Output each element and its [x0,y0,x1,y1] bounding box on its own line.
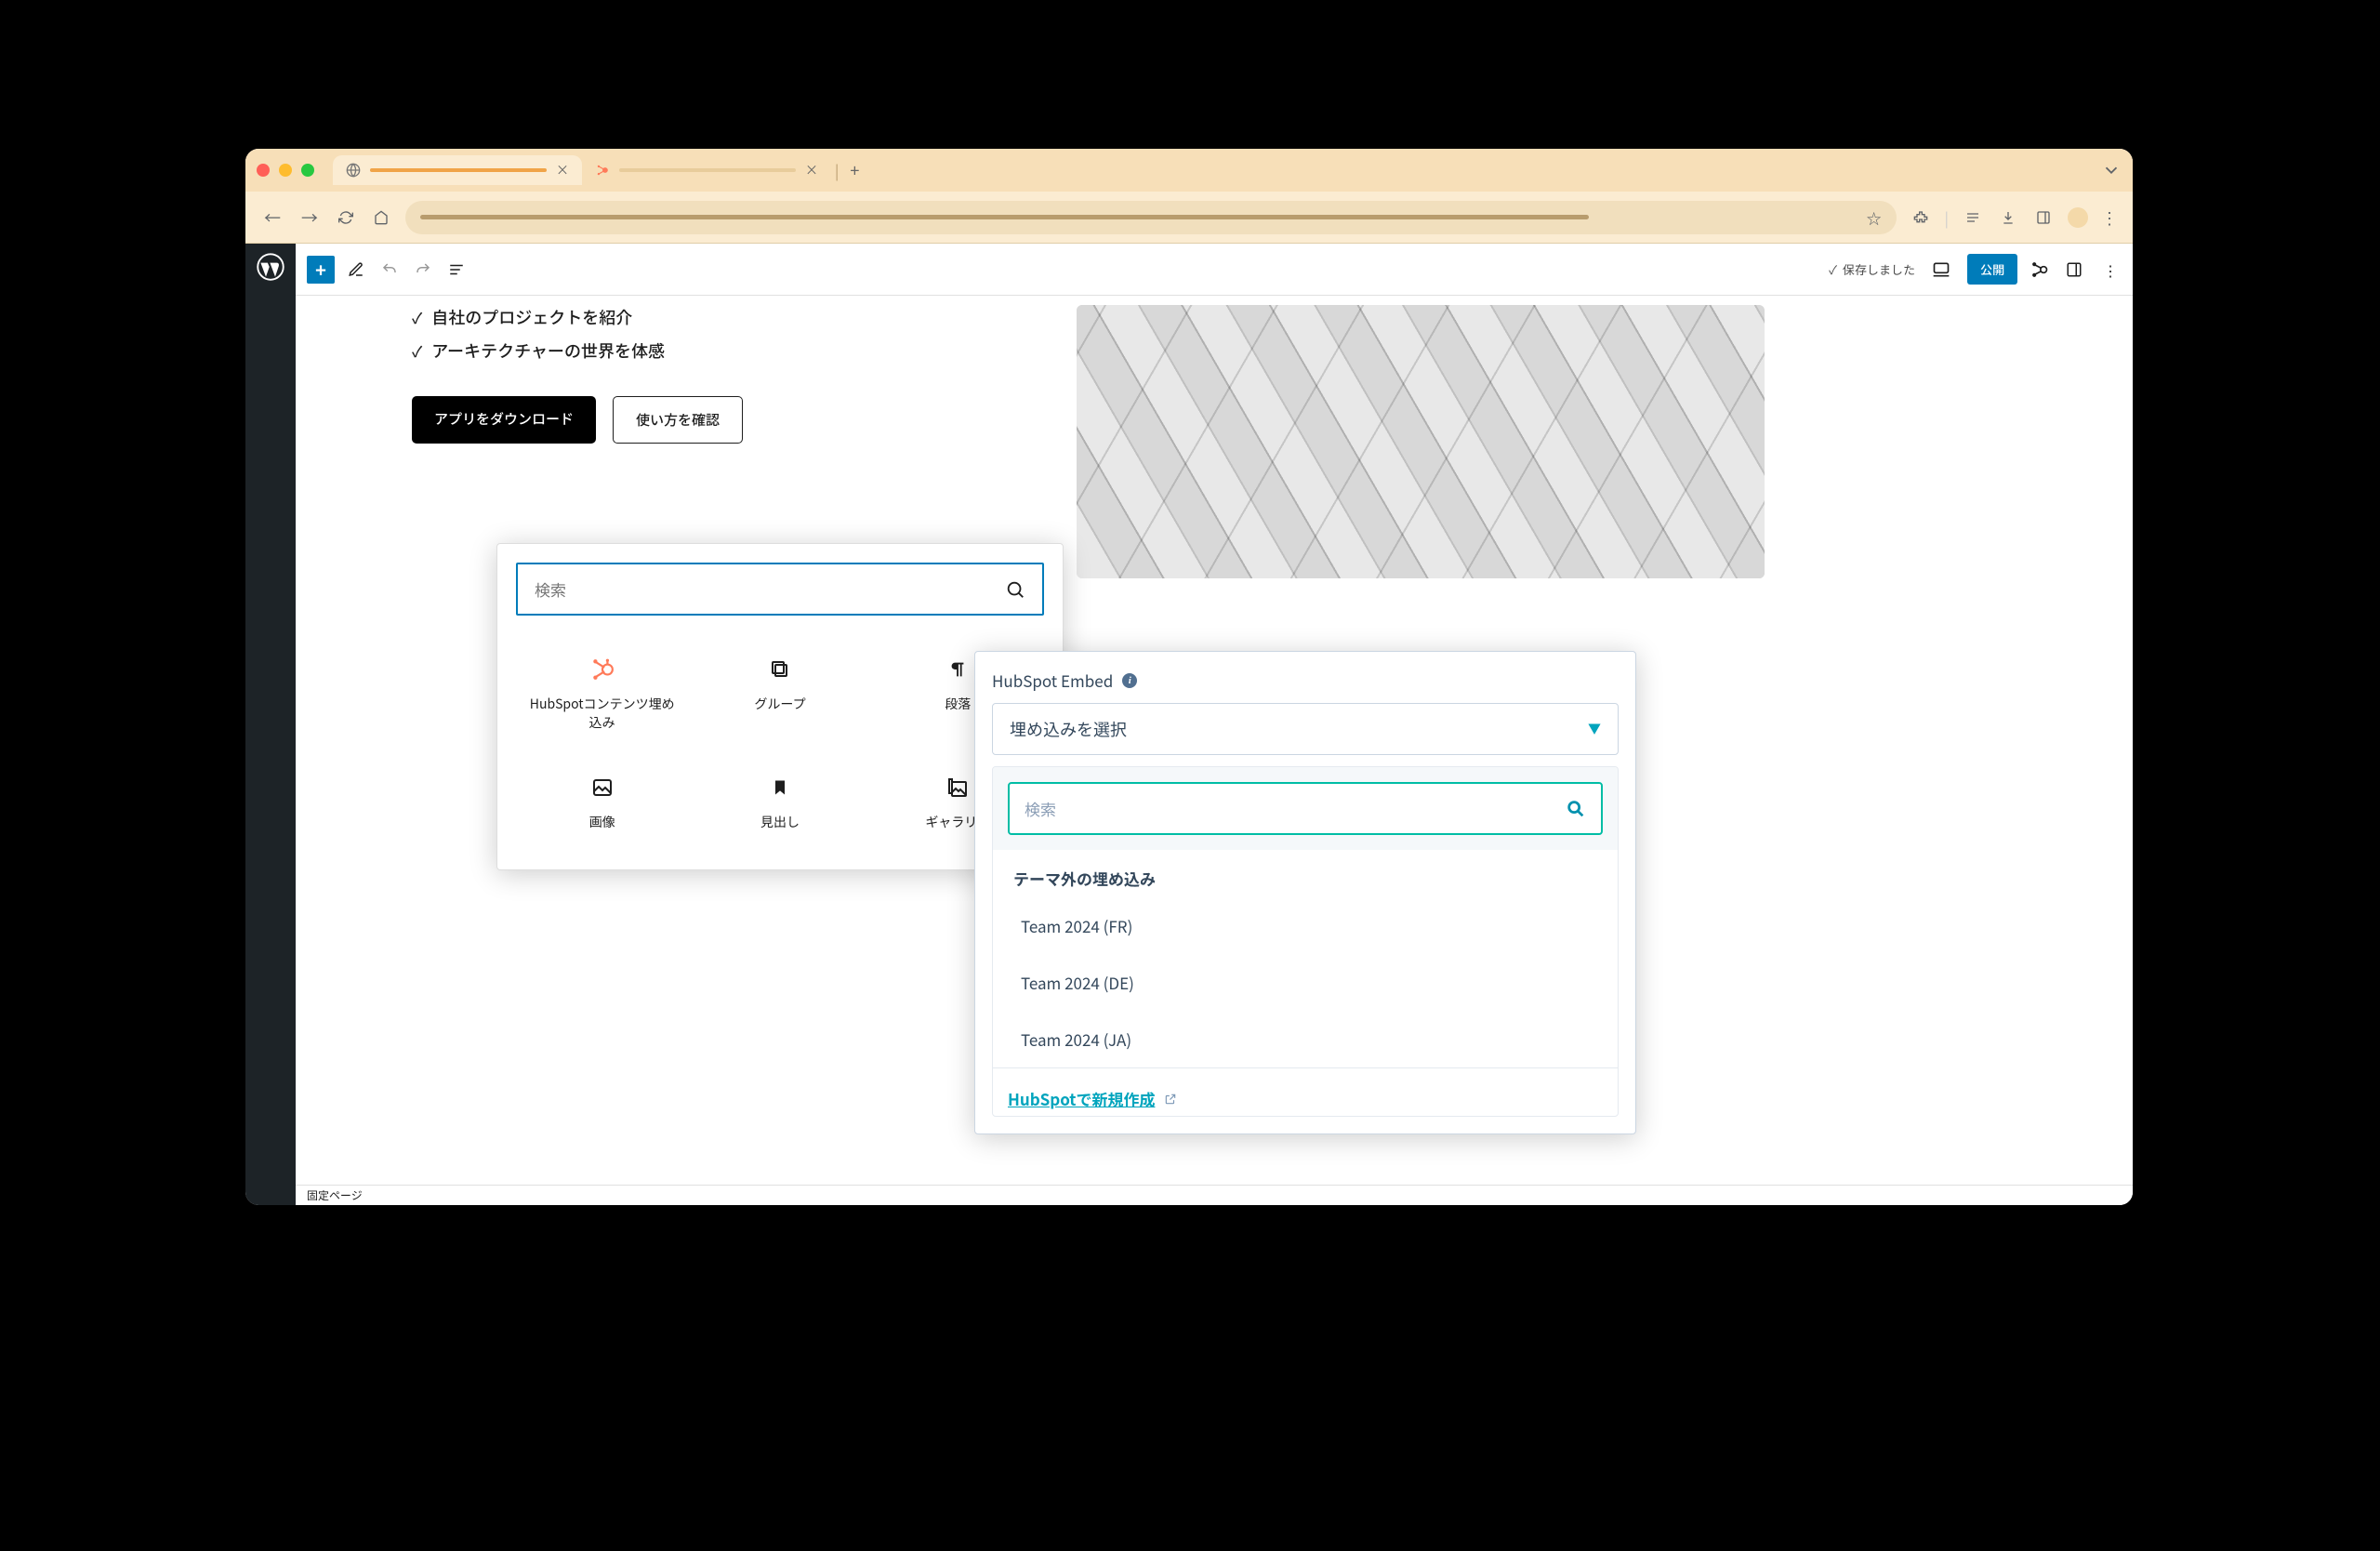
hubspot-search-input[interactable] [1025,797,1566,820]
minimize-window-button[interactable] [279,164,292,177]
hubspot-option[interactable]: Team 2024 (JA) [993,1011,1618,1067]
edit-icon[interactable] [344,258,368,282]
block-search-box[interactable] [516,563,1044,616]
hubspot-embed-popover: HubSpot Embed i 埋め込みを選択 ▼ テーマ外の埋め込み Team… [974,651,1636,1134]
hubspot-create-link[interactable]: HubSpotで新規作成 [1008,1087,1155,1110]
block-search-input[interactable] [535,577,1005,601]
wp-footer-breadcrumb[interactable]: 固定ページ [296,1185,2133,1205]
sidepanel-icon[interactable] [2032,206,2055,229]
extensions-icon[interactable] [1910,206,1932,229]
tab-close-icon[interactable]: × [556,161,569,179]
undo-icon[interactable] [377,258,402,282]
block-label: 段落 [945,696,971,714]
close-window-button[interactable] [257,164,270,177]
hubspot-dropdown: テーマ外の埋め込み Team 2024 (FR) Team 2024 (DE) … [992,766,1619,1117]
block-label: HubSpotコンテンツ埋め込み [523,696,681,732]
browser-menu-icon[interactable]: ⋮ [2101,205,2118,230]
hubspot-search-box[interactable] [1008,782,1603,835]
separator: | [1945,206,1949,229]
block-label: グループ [754,696,805,714]
chevron-down-icon[interactable] [2101,160,2122,180]
save-status-text: 保存しました [1843,260,1915,278]
browser-tab-1[interactable]: × [333,155,582,185]
browser-tab-strip: × × | + [245,149,2133,192]
hubspot-section-title: テーマ外の埋め込み [993,850,1618,897]
paragraph-icon [945,656,971,683]
gallery-icon [945,775,971,801]
browser-toolbar: ← → ☆ | ⋮ [245,192,2133,244]
back-button[interactable]: ← [260,202,284,233]
wp-admin-sidebar [245,244,296,1205]
block-image[interactable]: 画像 [516,756,688,851]
maximize-window-button[interactable] [301,164,314,177]
wordpress-logo-icon[interactable] [257,253,284,281]
hubspot-embed-select[interactable]: 埋め込みを選択 ▼ [992,703,1619,755]
tab-title-placeholder [370,168,547,172]
redo-icon[interactable] [411,258,435,282]
reading-list-icon[interactable] [1962,206,1984,229]
select-label: 埋め込みを選択 [1010,717,1127,741]
block-heading[interactable]: 見出し [694,756,866,851]
image-icon [589,775,615,801]
tab-close-icon[interactable]: × [805,161,818,179]
star-icon[interactable]: ☆ [1867,206,1882,229]
reload-button[interactable] [335,206,357,229]
divider: | [835,159,839,181]
heading-icon [767,775,793,801]
block-label: 見出し [760,814,800,832]
save-status: ✓ 保存しました [1829,260,1915,278]
publish-button[interactable]: 公開 [1967,254,2017,285]
info-icon[interactable]: i [1122,673,1137,688]
new-tab-button[interactable]: + [850,158,859,182]
hubspot-favicon-icon [595,163,610,178]
search-icon [1566,799,1586,819]
hubspot-icon [589,656,615,683]
check-icon: ✓ [1829,260,1837,278]
caret-down-icon: ▼ [1588,720,1601,738]
check-item: 自社のプロジェクトを紹介 [412,305,1039,329]
url-text-placeholder [420,215,1589,219]
url-bar[interactable]: ☆ [405,201,1897,234]
check-usage-button[interactable]: 使い方を確認 [613,396,743,444]
list-view-icon[interactable] [444,258,469,282]
hubspot-popover-title: HubSpot Embed i [992,669,1619,692]
wp-editor-toolbar: + ✓ 保存しました [296,244,2133,296]
download-app-button[interactable]: アプリをダウンロード [412,396,596,444]
hubspot-option[interactable]: Team 2024 (FR) [993,897,1618,954]
more-menu-icon[interactable]: ⋮ [2099,255,2122,285]
preview-icon[interactable] [1928,257,1954,283]
hero-image [1077,305,1765,578]
external-link-icon [1164,1093,1177,1106]
forward-button[interactable]: → [298,202,322,233]
group-icon [767,656,793,683]
search-icon [1005,579,1025,600]
tab-title-placeholder [619,168,796,172]
profile-button[interactable] [2068,207,2088,228]
window-controls [257,164,314,177]
browser-tab-2[interactable]: × [582,155,831,185]
block-group[interactable]: グループ [694,638,866,750]
check-item: アーキテクチャーの世界を体感 [412,338,1039,363]
block-hubspot-embed[interactable]: HubSpotコンテンツ埋め込み [516,638,688,750]
download-icon[interactable] [1997,206,2019,229]
home-button[interactable] [370,206,392,229]
globe-icon [346,163,361,178]
hubspot-option[interactable]: Team 2024 (DE) [993,954,1618,1011]
settings-panel-icon[interactable] [2062,258,2086,282]
hubspot-icon[interactable] [2030,260,2049,279]
add-block-button[interactable]: + [307,256,335,284]
block-label: 画像 [589,814,615,832]
